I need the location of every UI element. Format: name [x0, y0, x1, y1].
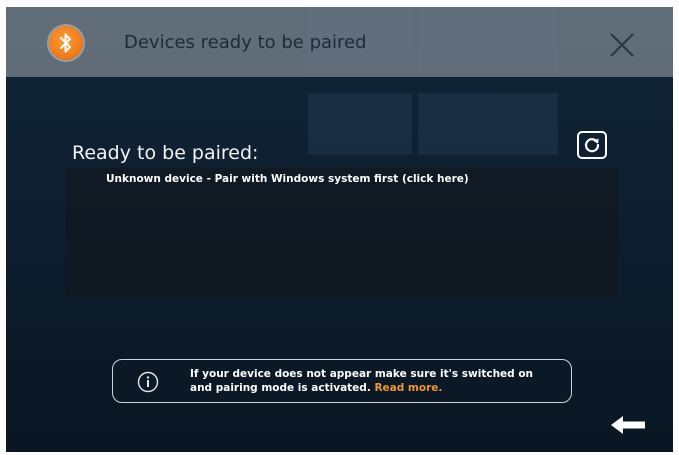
refresh-icon [584, 138, 600, 153]
close-button[interactable] [608, 31, 636, 59]
info-line-2: and pairing mode is activated. [190, 382, 371, 394]
info-line-1: If your device does not appear make sure… [190, 368, 534, 380]
pairing-window: Devices ready to be paired Ready to be p… [6, 7, 673, 452]
background-pane [308, 93, 412, 155]
device-list: Unknown device - Pair with Windows syste… [66, 167, 618, 297]
info-text: If your device does not appear make sure… [190, 367, 533, 395]
back-arrow-icon [611, 416, 645, 434]
header-title: Devices ready to be paired [124, 32, 367, 53]
background-pane [418, 93, 558, 155]
info-icon [137, 371, 159, 393]
info-box: If your device does not appear make sure… [112, 359, 572, 403]
back-button[interactable] [609, 413, 647, 437]
read-more-link[interactable]: Read more. [374, 382, 442, 394]
close-icon [610, 33, 634, 57]
header-bar: Devices ready to be paired [6, 7, 673, 77]
bluetooth-icon [49, 26, 83, 60]
section-title: Ready to be paired: [72, 142, 259, 164]
device-list-item[interactable]: Unknown device - Pair with Windows syste… [106, 173, 469, 185]
refresh-button[interactable] [577, 131, 607, 159]
